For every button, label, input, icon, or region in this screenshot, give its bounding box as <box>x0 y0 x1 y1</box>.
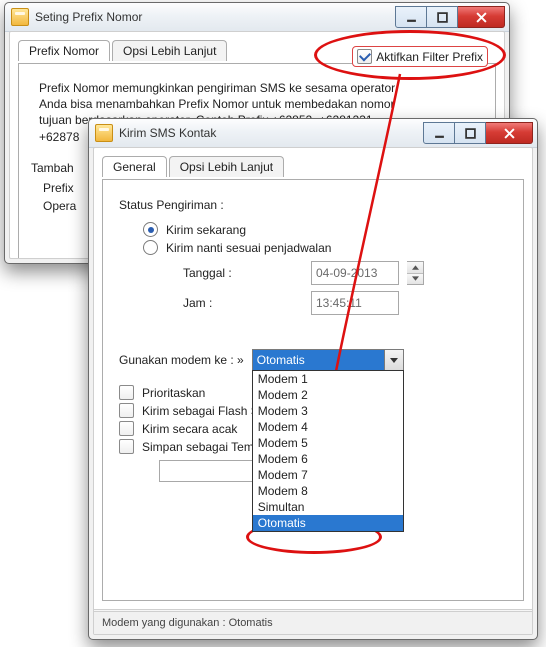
label-tanggal: Tanggal : <box>143 266 303 280</box>
input-jam[interactable]: 13:45:11 <box>311 291 399 315</box>
tab-general[interactable]: General <box>102 156 167 177</box>
label-gunakan-modem: Gunakan modem ke : » <box>119 353 244 367</box>
radio-kirim-sekarang[interactable]: Kirim sekarang <box>143 222 507 237</box>
chevron-down-icon[interactable] <box>384 350 403 370</box>
label-status-pengiriman: Status Pengiriman : <box>119 198 507 212</box>
option-modem-2[interactable]: Modem 2 <box>253 387 403 403</box>
option-simultan[interactable]: Simultan <box>253 499 403 515</box>
maximize-button[interactable] <box>455 122 486 144</box>
filter-prefix-checkbox-wrap[interactable]: Aktifkan Filter Prefix <box>352 46 488 67</box>
combo-modem-selected: Otomatis <box>253 350 384 370</box>
titlebar[interactable]: Kirim SMS Kontak <box>89 119 537 148</box>
minimize-button[interactable] <box>395 6 427 28</box>
radio-kirim-nanti[interactable]: Kirim nanti sesuai penjadwalan <box>143 240 507 255</box>
window-kirim-sms: Kirim SMS Kontak General Opsi Lebih Lanj… <box>88 118 538 640</box>
minimize-button[interactable] <box>423 122 455 144</box>
close-button[interactable] <box>486 122 533 144</box>
tab-opsi-lanjut[interactable]: Opsi Lebih Lanjut <box>169 156 284 177</box>
statusbar-text: Modem yang digunakan : Otomatis <box>102 617 273 629</box>
statusbar: Modem yang digunakan : Otomatis <box>94 611 532 634</box>
chevron-down-icon <box>407 274 423 285</box>
label-jam: Jam : <box>143 296 303 310</box>
close-button[interactable] <box>458 6 505 28</box>
tab-prefix-nomor[interactable]: Prefix Nomor <box>18 40 110 61</box>
tab-opsi-lanjut[interactable]: Opsi Lebih Lanjut <box>112 40 227 61</box>
option-modem-8[interactable]: Modem 8 <box>253 483 403 499</box>
chevron-up-icon <box>407 262 423 274</box>
option-modem-7[interactable]: Modem 7 <box>253 467 403 483</box>
filter-prefix-checkbox[interactable] <box>357 49 372 64</box>
date-spinner[interactable] <box>407 261 424 285</box>
combo-modem-list[interactable]: Modem 1 Modem 2 Modem 3 Modem 4 Modem 5 … <box>252 370 404 532</box>
app-icon <box>95 124 113 142</box>
input-tanggal[interactable]: 04-09-2013 <box>311 261 399 285</box>
combo-modem[interactable]: Otomatis Modem 1 Modem 2 Modem 3 Modem 4… <box>252 349 404 371</box>
option-modem-6[interactable]: Modem 6 <box>253 451 403 467</box>
option-modem-4[interactable]: Modem 4 <box>253 419 403 435</box>
maximize-button[interactable] <box>427 6 458 28</box>
titlebar[interactable]: Seting Prefix Nomor <box>5 3 509 32</box>
option-modem-3[interactable]: Modem 3 <box>253 403 403 419</box>
filter-prefix-label: Aktifkan Filter Prefix <box>376 50 483 64</box>
option-modem-5[interactable]: Modem 5 <box>253 435 403 451</box>
window-title: Seting Prefix Nomor <box>35 10 389 24</box>
app-icon <box>11 8 29 26</box>
window-title: Kirim SMS Kontak <box>119 126 417 140</box>
option-otomatis[interactable]: Otomatis <box>253 515 403 531</box>
option-modem-1[interactable]: Modem 1 <box>253 371 403 387</box>
